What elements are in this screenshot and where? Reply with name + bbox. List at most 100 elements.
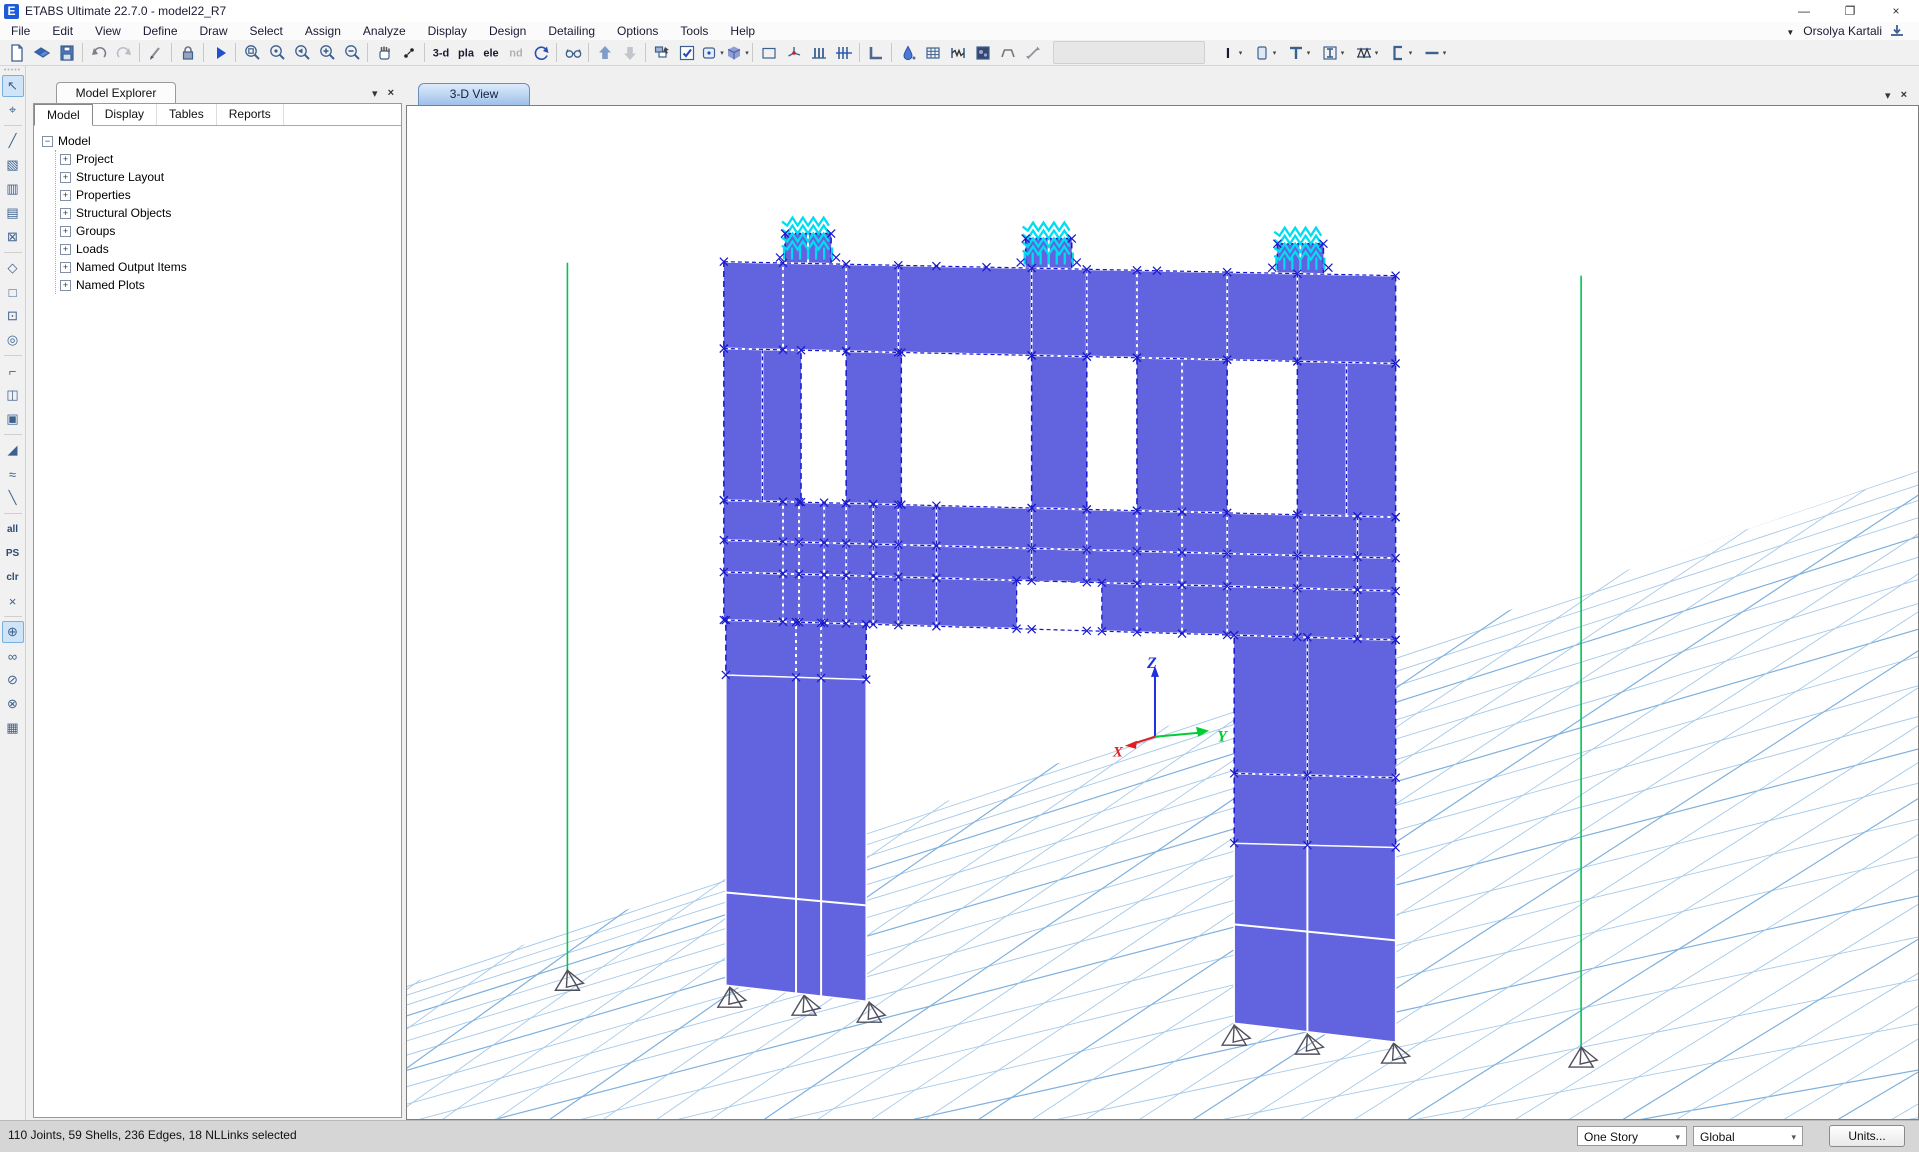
tree-item-label[interactable]: Structure Layout	[76, 170, 164, 184]
link-chain-icon[interactable]: ∞	[2, 645, 24, 667]
nd-button[interactable]: nd	[503, 41, 528, 64]
line-section-button[interactable]: ▾	[1417, 41, 1451, 64]
menu-define[interactable]: Define	[132, 22, 189, 40]
deform-options-button[interactable]	[995, 41, 1020, 64]
zoom-out-button[interactable]	[339, 41, 364, 64]
draw-rect-button[interactable]	[756, 41, 781, 64]
draw-rect-area-icon[interactable]: □	[2, 281, 24, 303]
tree-item-label[interactable]: Named Plots	[76, 278, 145, 292]
elevation-view-button[interactable]	[806, 41, 831, 64]
move-down-button[interactable]	[617, 41, 642, 64]
menu-tools[interactable]: Tools	[669, 22, 719, 40]
frame-section-T-button[interactable]: ▾	[1281, 41, 1315, 64]
select-pointer-icon[interactable]: ↖	[2, 75, 24, 97]
pan-button[interactable]	[371, 41, 396, 64]
draw-wall-icon[interactable]: ⌐	[2, 360, 24, 382]
menu-draw[interactable]: Draw	[189, 22, 239, 40]
move-up-button[interactable]	[592, 41, 617, 64]
reshape-object-icon[interactable]: ⌖	[2, 99, 24, 121]
units-button[interactable]: Units...	[1829, 1125, 1905, 1147]
select-previous-icon[interactable]: PS	[2, 542, 24, 564]
zoom-window-button[interactable]	[239, 41, 264, 64]
tree-item-groups[interactable]: Groups	[60, 222, 397, 240]
menu-options[interactable]: Options	[606, 22, 669, 40]
clear-selection-icon[interactable]: clr	[2, 566, 24, 588]
draw-opening-icon[interactable]: ▣	[2, 408, 24, 430]
tab-model[interactable]: Model	[34, 104, 93, 126]
edit-pencil-button[interactable]	[143, 41, 168, 64]
draw-pier-area-icon[interactable]: ◎	[2, 329, 24, 351]
minimize-button[interactable]: —	[1781, 0, 1827, 22]
expand-icon[interactable]	[60, 190, 71, 201]
menu-edit[interactable]: Edit	[41, 22, 84, 40]
expand-icon[interactable]	[60, 244, 71, 255]
tab-reports[interactable]: Reports	[217, 104, 284, 125]
object-display-button[interactable]: ▾	[724, 41, 749, 64]
redo-button[interactable]	[111, 41, 136, 64]
resize-view-button[interactable]	[1020, 41, 1045, 64]
menu-analyze[interactable]: Analyze	[352, 22, 417, 40]
tab-tables[interactable]: Tables	[157, 104, 217, 125]
joint-display-button[interactable]: ▾	[699, 41, 724, 64]
download-icon[interactable]	[1889, 24, 1905, 38]
zoom-all-button[interactable]	[264, 41, 289, 64]
elevation-button[interactable]: ele	[478, 41, 503, 64]
plan-button[interactable]: pla	[453, 41, 478, 64]
node-axes-button[interactable]	[781, 41, 806, 64]
tree-item-label[interactable]: Properties	[76, 188, 131, 202]
collapse-icon[interactable]	[42, 136, 53, 147]
tree-item-properties[interactable]: Properties	[60, 186, 397, 204]
draw-quick-area-icon[interactable]: ⊡	[2, 305, 24, 327]
explorer-dropdown-icon[interactable]	[372, 87, 378, 100]
frame-section-I-button[interactable]: I▾	[1213, 41, 1247, 64]
tree-item-label[interactable]: Named Output Items	[76, 260, 187, 274]
tree-item-named-plots[interactable]: Named Plots	[60, 276, 397, 294]
undo-button[interactable]	[86, 41, 111, 64]
link-x-icon[interactable]: ⊗	[2, 693, 24, 715]
tree-item-project[interactable]: Project	[60, 150, 397, 168]
view-close-icon[interactable]	[1901, 89, 1907, 102]
draw-edge-icon[interactable]: ╲	[2, 487, 24, 509]
draw-beam-icon[interactable]: ▤	[2, 202, 24, 224]
draw-joint-icon[interactable]: ╱	[2, 130, 24, 152]
menu-select[interactable]: Select	[239, 22, 294, 40]
zoom-in-button[interactable]	[314, 41, 339, 64]
select-all-icon[interactable]: all	[2, 518, 24, 540]
explorer-close-icon[interactable]	[388, 87, 394, 100]
expand-icon[interactable]	[60, 172, 71, 183]
expand-icon[interactable]	[60, 154, 71, 165]
open-file-button[interactable]	[29, 41, 54, 64]
hatch-area-icon[interactable]: ▦	[2, 717, 24, 739]
menu-design[interactable]: Design	[478, 22, 537, 40]
view-dropdown-icon[interactable]	[1885, 89, 1891, 102]
tree-root-label[interactable]: Model	[58, 134, 91, 148]
tree-item-label[interactable]: Structural Objects	[76, 206, 171, 220]
menu-file[interactable]: File	[0, 22, 41, 40]
menu-assign[interactable]: Assign	[294, 22, 352, 40]
deselect-line-icon[interactable]: ×	[2, 590, 24, 612]
user-menu[interactable]: Orsolya Kartali	[1786, 24, 1919, 38]
expand-icon[interactable]	[60, 262, 71, 273]
tree-item-structural-objects[interactable]: Structural Objects	[60, 204, 397, 222]
zoom-previous-button[interactable]	[289, 41, 314, 64]
snap-points-button[interactable]	[396, 41, 421, 64]
rotate-3d-button[interactable]	[528, 41, 553, 64]
menu-view[interactable]: View	[84, 22, 132, 40]
perspective-toggle-button[interactable]	[560, 41, 585, 64]
frame-section-rect-button[interactable]: ▾	[1247, 41, 1281, 64]
three_d-button[interactable]: 3-d	[428, 41, 453, 64]
link-options-button[interactable]	[945, 41, 970, 64]
load-drop-button[interactable]	[895, 41, 920, 64]
dock-handle[interactable]: •••••	[4, 68, 21, 74]
section-view-button[interactable]	[831, 41, 856, 64]
multi-select-button[interactable]	[649, 41, 674, 64]
menu-display[interactable]: Display	[417, 22, 478, 40]
lock-model-button[interactable]	[175, 41, 200, 64]
new-file-button[interactable]	[4, 41, 29, 64]
tree-item-loads[interactable]: Loads	[60, 240, 397, 258]
tree-item-label[interactable]: Loads	[76, 242, 109, 256]
maximize-button[interactable]: ❐	[1827, 0, 1873, 22]
channel-section-button[interactable]: ▾	[1383, 41, 1417, 64]
3d-view-canvas[interactable]: ZYX	[406, 105, 1919, 1120]
wall-view-button[interactable]	[863, 41, 888, 64]
